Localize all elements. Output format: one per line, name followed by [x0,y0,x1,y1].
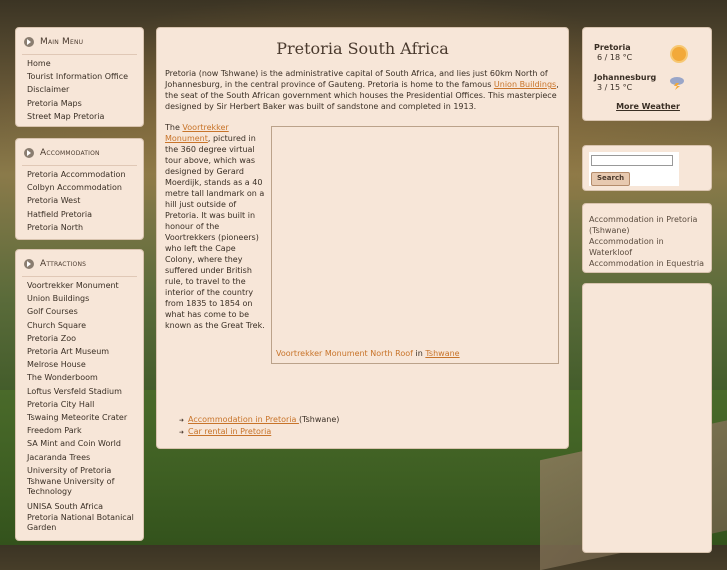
menu-item-tswaing[interactable]: Tswaing Meteorite Crater [27,411,143,424]
car-rental-link[interactable]: Car rental in Pretoria [188,427,271,436]
menu-item-voortrekker[interactable]: Voortrekker Monument [27,279,143,292]
accommodation-waterkloof-link[interactable]: Accommodation in Waterkloof [589,236,705,258]
menu-item-pretoria-zoo[interactable]: Pretoria Zoo [27,332,143,345]
monument-text-b: , pictured in the 360 degree virtual tou… [165,134,265,330]
menu-item-home[interactable]: Home [27,57,143,70]
right-accommodation-box: Accommodation in Pretoria (Tshwane) Acco… [582,203,712,273]
divider [22,276,137,277]
union-buildings-link[interactable]: Union Buildings [494,80,556,89]
advert-box [582,283,712,553]
menu-item-union-buildings[interactable]: Union Buildings [27,292,143,305]
search-box: Search [582,145,712,191]
menu-item-tourist-info[interactable]: Tourist Information Office [27,70,143,83]
bottom-links: ➜ Accommodation in Pretoria (Tshwane) ➜ Ca… [179,414,339,438]
virtual-tour-frame[interactable]: Voortrekker Monument North Roof in Tshwa… [271,126,559,364]
menu-item-tut[interactable]: Tshwane University of Technology [27,477,143,497]
search-button[interactable]: Search [591,172,631,186]
accommodation-list: Pretoria Accommodation Colbyn Accommodat… [16,168,143,234]
menu-item-university-pretoria[interactable]: University of Pretoria [27,464,143,477]
bullet-arrow-icon [24,37,34,47]
tour-caption-in: in [412,349,426,358]
menu-item-unisa[interactable]: UNISA South Africa [27,500,143,513]
menu-item-botanical-garden[interactable]: Pretoria National Botanical Garden [27,513,143,533]
menu-item-pretoria-accommodation[interactable]: Pretoria Accommodation [27,168,143,181]
attractions-title: Attractions [40,259,87,269]
divider [22,165,137,166]
monument-paragraph: The Voortrekker Monument, pictured in th… [165,122,267,331]
menu-item-church-square[interactable]: Church Square [27,319,143,332]
menu-item-pretoria-north[interactable]: Pretoria North [27,221,143,234]
weather-temp: 6 / 18 °C [597,53,633,62]
tour-caption-link[interactable]: Voortrekker Monument North Roof [276,349,413,358]
menu-item-wonderboom[interactable]: The Wonderboom [27,371,143,384]
list-item: ➜ Accommodation in Pretoria (Tshwane) [179,414,339,426]
storm-icon [670,77,684,90]
intro-paragraph: Pretoria (now Tshwane) is the administra… [165,68,560,112]
arrow-right-icon: ➜ [179,429,185,436]
menu-item-freedom-park[interactable]: Freedom Park [27,424,143,437]
accommodation-equestria-link[interactable]: Accommodation in Equestria [589,258,705,269]
arrow-right-icon: ➜ [179,417,185,424]
page-title: Pretoria South Africa [276,39,449,58]
accommodation-pretoria-rest: (Tshwane) [298,415,340,424]
bullet-arrow-icon [24,148,34,158]
tshwane-link[interactable]: Tshwane [425,349,459,358]
menu-item-colbyn[interactable]: Colbyn Accommodation [27,181,143,194]
attractions-header: Attractions [16,250,143,273]
bullet-arrow-icon [24,259,34,269]
menu-item-pretoria-maps[interactable]: Pretoria Maps [27,97,143,110]
menu-item-hatfield[interactable]: Hatfield Pretoria [27,208,143,221]
menu-item-pretoria-west[interactable]: Pretoria West [27,194,143,207]
main-menu-title: Main Menu [40,37,84,47]
weather-city: Johannesburg [594,73,657,82]
weather-johannesburg: Johannesburg 3 / 15 °C [594,73,656,92]
weather-box: Pretoria 6 / 18 °C Johannesburg 3 / 15 °… [582,27,712,121]
more-weather-link[interactable]: More Weather [583,102,713,111]
accommodation-pretoria-link[interactable]: Accommodation in Pretoria [188,415,299,424]
divider [22,54,137,55]
accommodation-pretoria-tshwane-link[interactable]: Accommodation in Pretoria (Tshwane) [589,214,705,236]
weather-city: Pretoria [594,43,631,52]
sun-icon [672,47,686,61]
weather-temp: 3 / 15 °C [597,83,633,92]
main-content: Pretoria South Africa Pretoria (now Tshw… [156,27,569,449]
search-input[interactable] [591,155,673,166]
menu-item-disclaimer[interactable]: Disclaimer [27,83,143,96]
weather-pretoria: Pretoria 6 / 18 °C [594,43,632,62]
main-menu-list: Home Tourist Information Office Disclaim… [16,57,143,123]
accommodation-box: Accommodation Pretoria Accommodation Col… [15,138,144,240]
menu-item-jacaranda[interactable]: Jacaranda Trees [27,451,143,464]
accommodation-header: Accommodation [16,139,143,162]
monument-text-a: The [165,123,183,132]
menu-item-art-museum[interactable]: Pretoria Art Museum [27,345,143,358]
attractions-box: Attractions Voortrekker Monument Union B… [15,249,144,541]
menu-item-loftus[interactable]: Loftus Versfeld Stadium [27,385,143,398]
main-menu-box: Main Menu Home Tourist Information Offic… [15,27,144,127]
attractions-list: Voortrekker Monument Union Buildings Gol… [16,279,143,533]
menu-item-golf-courses[interactable]: Golf Courses [27,305,143,318]
main-menu-header: Main Menu [16,28,143,51]
menu-item-street-map[interactable]: Street Map Pretoria [27,110,143,123]
virtual-tour-caption: Voortrekker Monument North Roof in Tshwa… [276,349,460,358]
list-item: ➜ Car rental in Pretoria [179,426,339,438]
accommodation-title: Accommodation [40,148,100,158]
menu-item-melrose-house[interactable]: Melrose House [27,358,143,371]
menu-item-city-hall[interactable]: Pretoria City Hall [27,398,143,411]
intro-text-a: Pretoria (now Tshwane) is the administra… [165,69,548,89]
menu-item-mint[interactable]: SA Mint and Coin World [27,437,143,450]
